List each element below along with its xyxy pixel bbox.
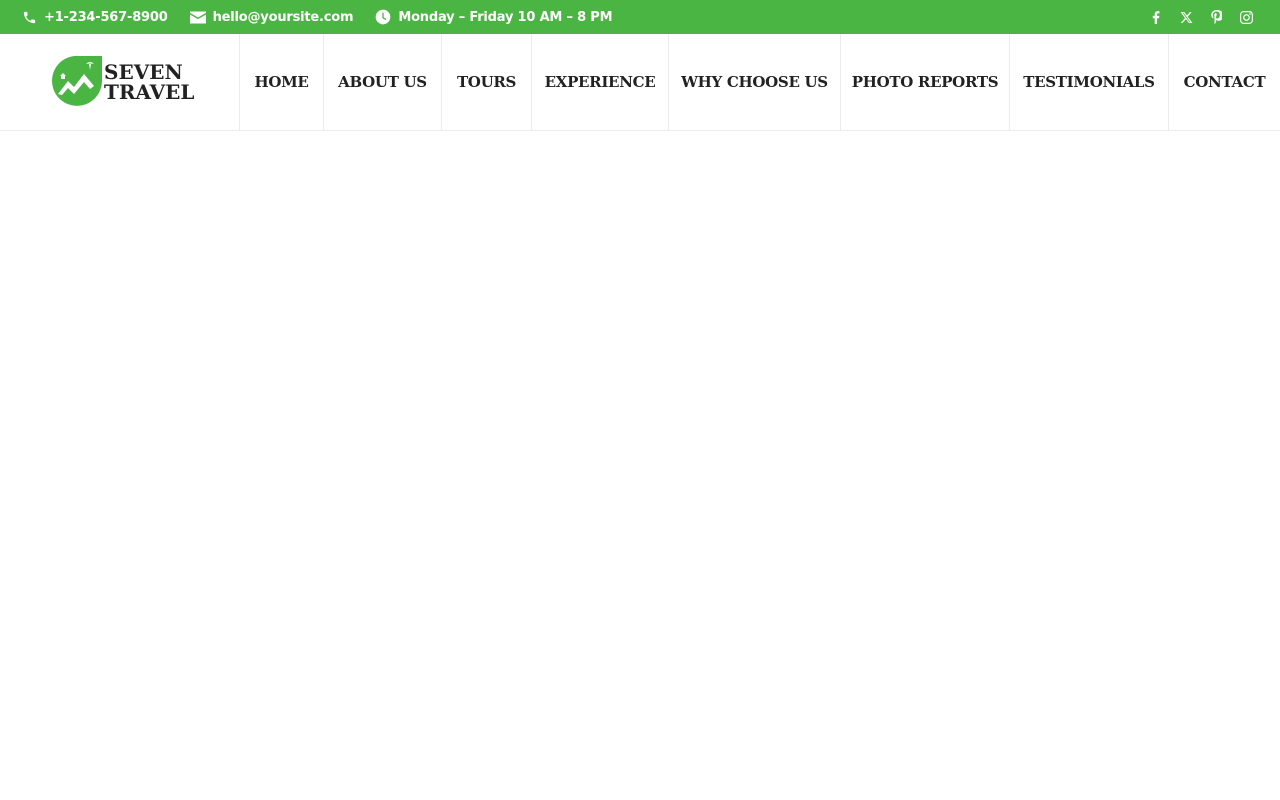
- nav-tours[interactable]: TOURS: [442, 34, 532, 130]
- pinterest-icon[interactable]: [1207, 8, 1225, 26]
- site-header: SEVEN TRAVEL HOME ABOUT US TOURS EXPERIE…: [0, 34, 1280, 131]
- phone-contact[interactable]: +1-234-567-8900: [22, 10, 168, 25]
- envelope-icon: [189, 11, 206, 24]
- logo-area: SEVEN TRAVEL: [0, 34, 240, 130]
- phone-icon: [22, 10, 37, 25]
- logo-wordmark: SEVEN TRAVEL: [104, 62, 194, 102]
- contact-info: +1-234-567-8900 hello@yoursite.com Monda…: [22, 0, 613, 34]
- nav-testimonials[interactable]: TESTIMONIALS: [1010, 34, 1169, 130]
- phone-number: +1-234-567-8900: [44, 9, 168, 25]
- email-contact[interactable]: hello@yoursite.com: [189, 9, 354, 25]
- nav-experience[interactable]: EXPERIENCE: [532, 34, 669, 130]
- hours-text: Monday – Friday 10 AM – 8 PM: [398, 9, 613, 25]
- business-hours: Monday – Friday 10 AM – 8 PM: [375, 9, 613, 25]
- email-address: hello@yoursite.com: [212, 9, 354, 25]
- nav-contact[interactable]: CONTACT: [1169, 34, 1280, 130]
- social-links: [1147, 8, 1255, 26]
- clock-icon: [375, 9, 391, 25]
- x-twitter-icon[interactable]: [1177, 8, 1195, 26]
- mountain-logo-icon: [50, 54, 106, 111]
- main-nav: HOME ABOUT US TOURS EXPERIENCE WHY CHOOS…: [240, 34, 1280, 130]
- nav-photo-reports[interactable]: PHOTO REPORTS: [841, 34, 1010, 130]
- logo-line-1: SEVEN: [104, 60, 183, 84]
- page-content: [0, 131, 1280, 800]
- nav-home[interactable]: HOME: [240, 34, 324, 130]
- logo-line-2: TRAVEL: [104, 80, 195, 104]
- instagram-icon[interactable]: [1237, 8, 1255, 26]
- facebook-icon[interactable]: [1147, 8, 1165, 26]
- nav-why-choose-us[interactable]: WHY CHOOSE US: [669, 34, 841, 130]
- nav-about-us[interactable]: ABOUT US: [324, 34, 442, 130]
- site-logo[interactable]: SEVEN TRAVEL: [50, 54, 194, 111]
- top-bar: +1-234-567-8900 hello@yoursite.com Monda…: [0, 0, 1280, 34]
